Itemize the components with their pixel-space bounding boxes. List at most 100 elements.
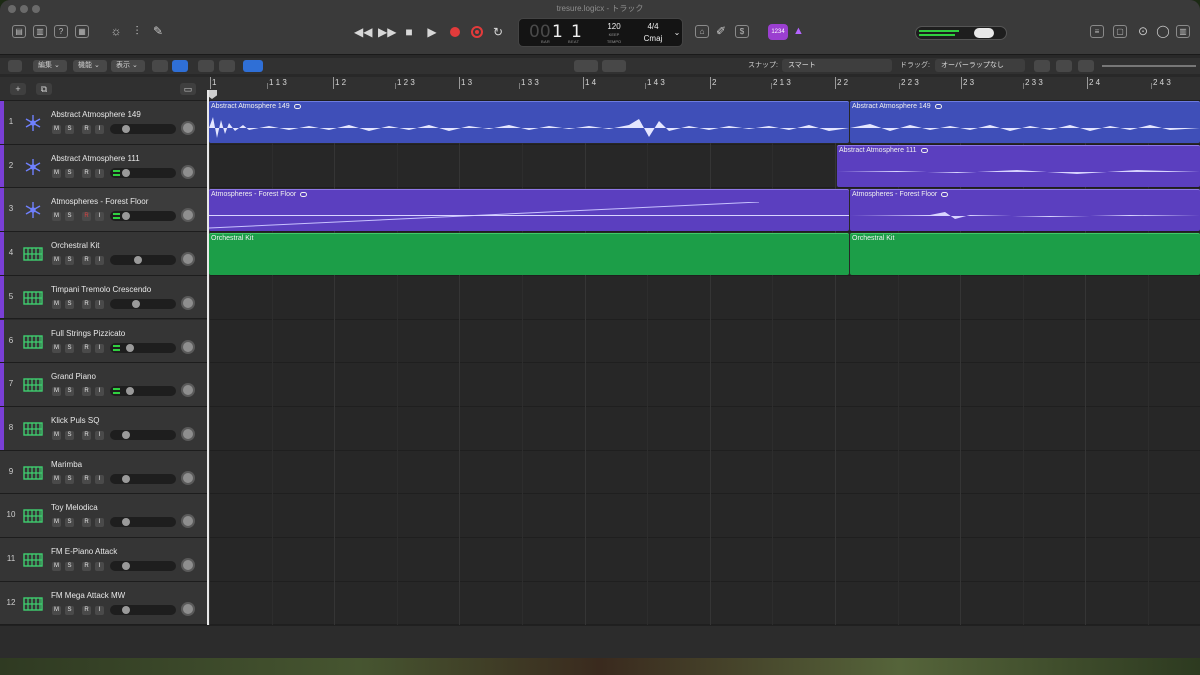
volume-slider[interactable] bbox=[110, 255, 176, 266]
track-name[interactable]: Abstract Atmosphere 149 bbox=[51, 110, 141, 119]
input-monitor-button[interactable]: I bbox=[95, 125, 104, 134]
mute-button[interactable]: M bbox=[52, 430, 61, 440]
region-forest-floor-a[interactable]: Atmospheres - Forest Floor bbox=[209, 189, 849, 231]
track-name[interactable]: Orchestral Kit bbox=[51, 241, 99, 250]
stop-button[interactable]: ■ bbox=[401, 24, 417, 40]
solo-button[interactable]: S bbox=[65, 605, 74, 615]
record-button[interactable] bbox=[450, 27, 460, 37]
track-name[interactable]: Timpani Tremolo Crescendo bbox=[51, 285, 151, 294]
mute-button[interactable]: M bbox=[52, 343, 61, 353]
mute-button[interactable]: M bbox=[52, 256, 61, 266]
mute-button[interactable]: M bbox=[52, 605, 61, 615]
record-enable-button[interactable]: R bbox=[82, 562, 91, 571]
record-enable-button[interactable]: R bbox=[82, 125, 91, 134]
solo-button[interactable]: S bbox=[65, 474, 74, 484]
mixer-icon[interactable]: ⫶ bbox=[129, 24, 145, 38]
add-track-button[interactable]: + bbox=[10, 83, 26, 95]
track-header[interactable]: 5 Timpani Tremolo Crescendo M S R I bbox=[0, 275, 207, 320]
solo-button[interactable]: S bbox=[65, 256, 74, 266]
volume-slider[interactable] bbox=[110, 473, 176, 484]
toolbar-toggle-icon[interactable]: ▦ bbox=[75, 25, 89, 38]
volume-slider[interactable] bbox=[110, 429, 176, 440]
loops-icon[interactable]: ⊙ bbox=[1135, 24, 1151, 38]
snap-select[interactable]: スマート bbox=[782, 59, 892, 72]
track-name[interactable]: Abstract Atmosphere 111 bbox=[51, 154, 140, 163]
grid-view-icon[interactable] bbox=[152, 60, 168, 72]
play-button[interactable]: ▶ bbox=[424, 24, 440, 40]
input-monitor-button[interactable]: I bbox=[95, 343, 104, 353]
pan-knob[interactable] bbox=[181, 295, 195, 310]
input-monitor-button[interactable]: I bbox=[95, 518, 104, 528]
volume-knob[interactable] bbox=[122, 125, 130, 133]
record-enable-button[interactable]: R bbox=[82, 474, 91, 484]
playhead[interactable] bbox=[207, 90, 209, 660]
solo-button[interactable]: S bbox=[65, 299, 74, 309]
track-header[interactable]: 1 Abstract Atmosphere 149 M S R I bbox=[0, 101, 207, 145]
metronome-icon[interactable]: ▲ bbox=[793, 25, 804, 37]
input-monitor-button[interactable]: I bbox=[95, 605, 104, 615]
volume-slider[interactable] bbox=[110, 211, 176, 222]
track-name[interactable]: Grand Piano bbox=[51, 372, 96, 381]
mute-button[interactable]: M bbox=[52, 518, 61, 528]
count-in-badge[interactable]: 1234 bbox=[768, 24, 788, 40]
volume-knob[interactable] bbox=[122, 562, 130, 570]
input-monitor-button[interactable]: I bbox=[95, 562, 104, 571]
track-name[interactable]: FM Mega Attack MW bbox=[51, 591, 125, 600]
input-monitor-button[interactable]: I bbox=[95, 212, 104, 222]
flex-icon[interactable] bbox=[219, 60, 235, 72]
lcd-display[interactable]: 00 1 1 BAR BEAT 120 KEEP TEMPO 4/4 Cmaj … bbox=[518, 18, 683, 47]
track-name[interactable]: Marimba bbox=[51, 460, 82, 469]
volume-slider[interactable] bbox=[110, 517, 176, 528]
region-orchestral-kit-b[interactable]: Orchestral Kit bbox=[850, 233, 1200, 275]
track-header[interactable]: 2 Abstract Atmosphere 111 M S R I bbox=[0, 144, 207, 189]
track-name[interactable]: Atmospheres - Forest Floor bbox=[51, 197, 148, 206]
record-enable-button[interactable]: R bbox=[82, 430, 91, 440]
pan-knob[interactable] bbox=[181, 558, 195, 572]
track-header[interactable]: 11 FM E-Piano Attack M S R I bbox=[0, 538, 207, 582]
track-header[interactable]: 6 Full Strings Pizzicato M S R I bbox=[0, 319, 207, 364]
pan-knob[interactable] bbox=[181, 164, 195, 179]
list-view-icon[interactable] bbox=[172, 60, 188, 72]
edit-menu[interactable]: 編集 ⌄ bbox=[33, 60, 67, 72]
volume-slider[interactable] bbox=[110, 298, 176, 309]
input-monitor-button[interactable]: I bbox=[95, 387, 104, 397]
solo-button[interactable]: S bbox=[65, 518, 74, 528]
library-icon[interactable]: ▤ bbox=[12, 25, 26, 38]
count-in-icon[interactable]: $ bbox=[735, 25, 749, 38]
record-enable-button[interactable]: R bbox=[82, 518, 91, 528]
volume-slider[interactable] bbox=[110, 124, 176, 134]
vertical-zoom-slider[interactable] bbox=[1102, 65, 1162, 67]
track-header[interactable]: 4 Orchestral Kit M S R I bbox=[0, 232, 207, 276]
volume-knob[interactable] bbox=[126, 387, 134, 396]
master-volume-knob[interactable] bbox=[974, 28, 994, 38]
pencil-tool-icon[interactable] bbox=[602, 60, 626, 72]
pan-knob[interactable] bbox=[181, 601, 195, 616]
waveform-zoom-icon[interactable] bbox=[1034, 60, 1050, 72]
volume-knob[interactable] bbox=[132, 299, 140, 308]
functions-menu[interactable]: 機能 ⌄ bbox=[73, 60, 107, 72]
list-editors-icon[interactable]: ⌂ bbox=[695, 25, 709, 38]
input-monitor-button[interactable]: I bbox=[95, 299, 104, 309]
pan-knob[interactable] bbox=[181, 121, 195, 135]
inspector-icon[interactable]: ▥ bbox=[33, 25, 47, 38]
region-abstract-atmosphere-149-b[interactable]: Abstract Atmosphere 149 bbox=[850, 101, 1200, 143]
solo-button[interactable]: S bbox=[65, 562, 74, 571]
record-enable-button[interactable]: R bbox=[82, 605, 91, 615]
record-enable-button[interactable]: R bbox=[82, 256, 91, 266]
mute-button[interactable]: M bbox=[52, 562, 61, 571]
horizontal-zoom-slider[interactable] bbox=[1160, 65, 1196, 67]
forward-button[interactable]: ▶▶ bbox=[378, 24, 396, 40]
tracks-area[interactable]: Abstract Atmosphere 149 Abstract Atmosph… bbox=[207, 101, 1200, 625]
mute-button[interactable]: M bbox=[52, 125, 61, 134]
mute-button[interactable]: M bbox=[52, 387, 61, 397]
mute-button[interactable]: M bbox=[52, 168, 61, 178]
track-header[interactable]: 10 Toy Melodica M S R I bbox=[0, 494, 207, 538]
bar-ruler[interactable]: 1 1 1 3 1 2 1 2 3 1 3 1 3 3 1 4 1 4 3 2 2 1 3 2 2 2… bbox=[207, 77, 1200, 101]
horizontal-zoom-icon[interactable] bbox=[1078, 60, 1094, 72]
pointer-tool-icon[interactable] bbox=[574, 60, 598, 72]
capture-record-button[interactable] bbox=[471, 26, 483, 38]
mute-button[interactable]: M bbox=[52, 212, 61, 222]
volume-knob[interactable] bbox=[122, 605, 130, 614]
solo-button[interactable]: S bbox=[65, 387, 74, 397]
rewind-button[interactable]: ◀◀ bbox=[354, 24, 372, 40]
